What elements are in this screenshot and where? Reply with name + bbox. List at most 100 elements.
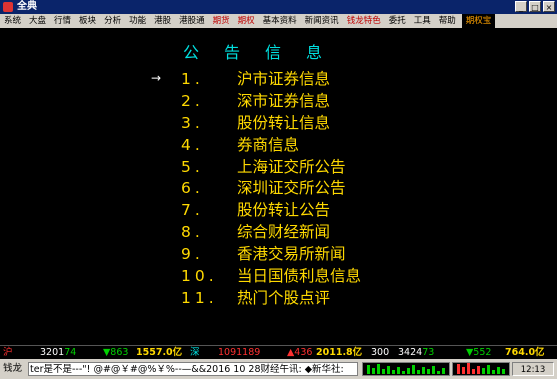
mini-bar — [392, 370, 395, 374]
mini-bar — [372, 368, 375, 374]
announcement-item[interactable]: 1. 沪市证券信息 — [181, 69, 361, 91]
announcement-panel: 公告信息 → 1. 沪市证券信息 2. 深市证券信息 3. 股份转让信息 4. 券商信息 5. 上… — [3, 29, 554, 344]
mini-bar — [402, 371, 405, 374]
announcement-item[interactable]: 6. 深圳证交所公告 — [181, 178, 361, 200]
menu-item[interactable]: 功能 — [125, 14, 150, 28]
sh-index-tail: 74 — [64, 347, 77, 358]
announcement-menu: 1. 沪市证券信息 2. 深市证券信息 3. 股份转让信息 4. 券商信息 5. 上海证交所公告 6… — [181, 69, 361, 310]
announcement-item[interactable]: 9. 香港交易所新闻 — [181, 244, 361, 266]
menu-item[interactable]: 委托 — [385, 14, 410, 28]
item-label: 股份转让公告 — [237, 201, 331, 220]
mini-bar — [457, 364, 460, 374]
item-number: 11. — [181, 288, 218, 307]
sz-label: 深 — [190, 347, 200, 358]
ticker-label: 钱龙 — [3, 363, 23, 374]
menu-item[interactable]: 基本资料 — [259, 14, 301, 28]
mini-bar — [492, 370, 495, 374]
announcement-item[interactable]: 2. 深市证券信息 — [181, 91, 361, 113]
announcement-item[interactable]: 11. 热门个股点评 — [181, 288, 361, 310]
mini-bar — [367, 365, 370, 374]
item-number: 3. — [181, 113, 204, 132]
c300-label: 300 — [371, 347, 390, 358]
mini-bar — [412, 365, 415, 374]
mini-bar — [502, 369, 505, 374]
item-number: 10. — [181, 267, 218, 286]
announcement-item[interactable]: 5. 上海证交所公告 — [181, 157, 361, 179]
selection-arrow-icon: → — [151, 71, 162, 85]
menu-item[interactable]: 港股 — [150, 14, 175, 28]
c300-index-main: 3424 — [398, 347, 423, 358]
title-bar: 全典 _ □ × — [0, 0, 557, 14]
menu-item[interactable]: 期权 — [234, 14, 259, 28]
item-number: 4. — [181, 135, 204, 154]
minimize-button[interactable]: _ — [515, 1, 527, 12]
announcement-item[interactable]: 10. 当日国债利息信息 — [181, 266, 361, 288]
window-title: 全典 — [17, 1, 37, 12]
menu-item[interactable]: 分析 — [100, 14, 125, 28]
announcement-item[interactable]: 7. 股份转让公告 — [181, 200, 361, 222]
mini-bar — [437, 371, 440, 374]
menu-item[interactable]: 期货 — [209, 14, 234, 28]
mini-chart-right[interactable] — [452, 362, 510, 376]
sh-label: 沪 — [3, 347, 13, 358]
menu-item[interactable]: 期权宝 — [461, 14, 496, 28]
c300-change: ▼552 — [466, 347, 492, 358]
mini-bar — [382, 369, 385, 374]
page-title: 公告信息 — [183, 43, 348, 62]
c300-index: 342473 — [398, 346, 434, 360]
item-number: 7. — [181, 201, 204, 220]
mini-bar — [427, 369, 430, 374]
sh-amount: 1557.0亿 — [136, 347, 183, 358]
menu-item[interactable]: 板块 — [75, 14, 100, 28]
item-label: 沪市证券信息 — [237, 70, 331, 88]
mini-bar — [387, 366, 390, 374]
mini-bar — [487, 365, 490, 374]
mini-bar — [472, 369, 475, 374]
item-number: 9. — [181, 245, 204, 264]
c300-index-tail: 73 — [422, 347, 435, 358]
announcement-item[interactable]: 8. 综合财经新闻 — [181, 222, 361, 244]
item-label: 深圳证交所公告 — [237, 179, 346, 198]
item-number: 5. — [181, 157, 204, 176]
menu-item[interactable]: 港股通 — [175, 14, 209, 28]
menu-item[interactable]: 新闻资讯 — [301, 14, 343, 28]
clock: 12:13 — [512, 362, 554, 376]
mini-bar — [397, 367, 400, 374]
mini-bar — [462, 367, 465, 374]
menu-item[interactable]: 大盘 — [25, 14, 50, 28]
item-label: 券商信息 — [237, 135, 300, 154]
mini-chart-left[interactable] — [362, 362, 450, 376]
item-number: 1. — [181, 70, 204, 88]
sh-change: ▼863 — [103, 347, 129, 358]
close-button[interactable]: × — [543, 1, 555, 12]
mini-bar — [497, 367, 500, 374]
menu-item[interactable]: 系统 — [0, 14, 25, 28]
sz-change: ▲436 — [287, 347, 313, 358]
announcement-item[interactable]: 4. 券商信息 — [181, 135, 361, 157]
menu-item[interactable]: 钱龙特色 — [343, 14, 385, 28]
item-label: 综合财经新闻 — [237, 223, 331, 242]
mini-bar — [417, 370, 420, 374]
item-label: 当日国债利息信息 — [237, 267, 362, 286]
item-label: 股份转让信息 — [237, 113, 331, 132]
item-number: 6. — [181, 179, 204, 198]
mini-bar — [442, 368, 445, 374]
mini-bar — [407, 368, 410, 374]
announcement-item[interactable]: 3. 股份转让信息 — [181, 113, 361, 135]
maximize-button[interactable]: □ — [529, 1, 541, 12]
mini-bar — [422, 367, 425, 374]
sz-index: 1091189 — [218, 346, 260, 360]
menu-item[interactable]: 行情 — [50, 14, 75, 28]
app-logo-icon — [3, 2, 13, 12]
item-number: 8. — [181, 223, 204, 242]
mini-bar — [432, 366, 435, 374]
c300-amount: 764.0亿 — [505, 347, 545, 358]
menu-item[interactable]: 帮助 — [435, 14, 460, 28]
sh-index: 320174 — [40, 346, 76, 360]
menu-item[interactable]: 工具 — [410, 14, 435, 28]
item-label: 热门个股点评 — [237, 288, 331, 307]
sz-index-main: 10911 — [218, 347, 249, 358]
news-ticker[interactable]: ter是不是---"! @#@￥#@%￥%--—&&2016 10 28财经午讯… — [28, 362, 358, 376]
item-number: 2. — [181, 91, 204, 110]
news-ticker-bar: 钱龙 ter是不是---"! @#@￥#@%￥%--—&&2016 10 28财… — [0, 359, 557, 379]
